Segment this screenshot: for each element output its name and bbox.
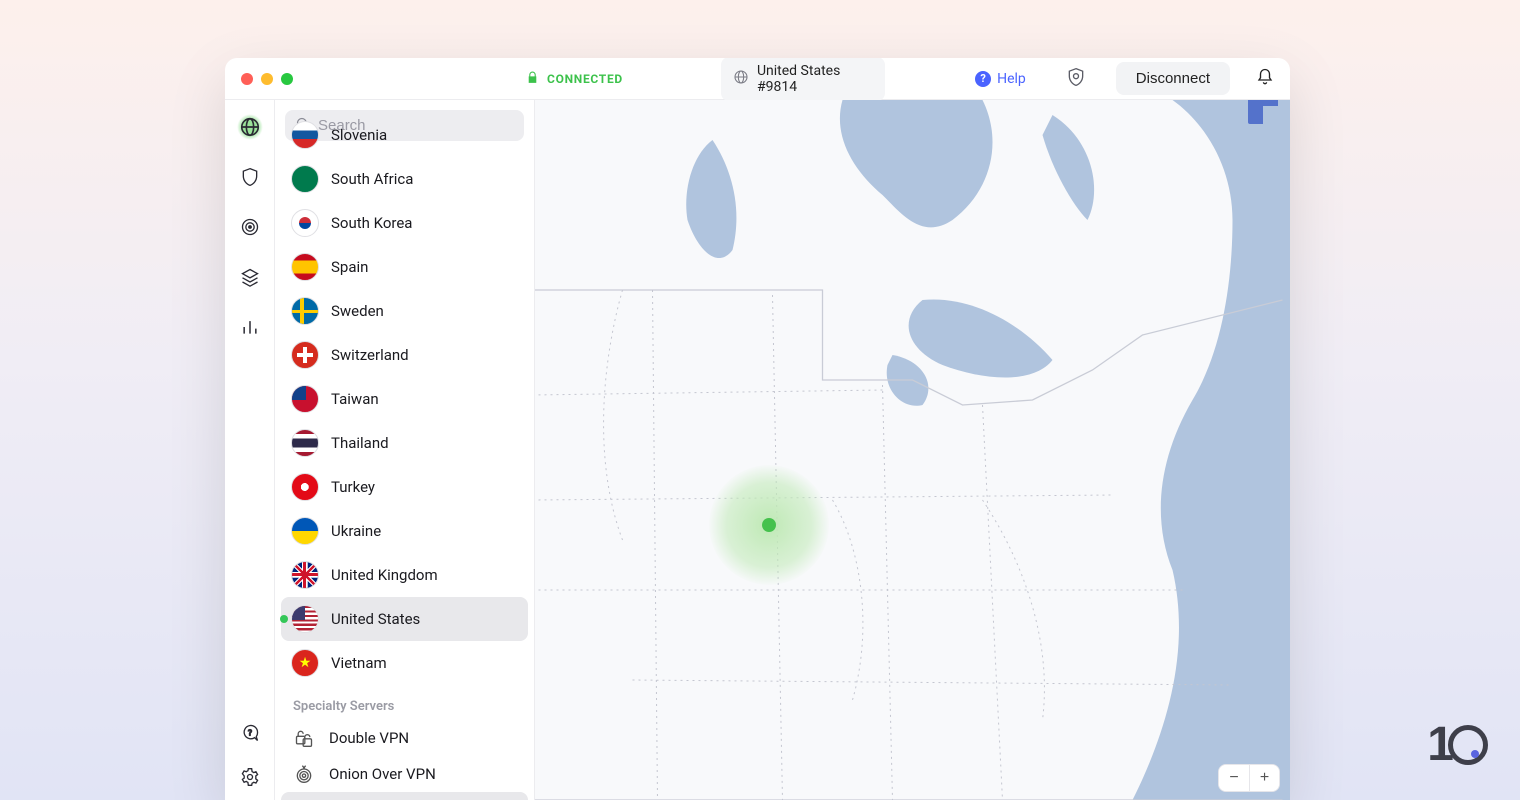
country-label: United States [331,610,420,628]
zoom-in-button[interactable]: + [1249,765,1279,791]
country-item-slovenia[interactable]: Slovenia [281,113,528,157]
country-label: Vietnam [331,654,387,672]
flag-icon [291,649,319,677]
country-item-switzerland[interactable]: Switzerland [281,333,528,377]
country-item-taiwan[interactable]: Taiwan [281,377,528,421]
flag-icon [291,341,319,369]
map-canvas[interactable]: − + [535,100,1290,800]
double-lock-icon [291,728,317,748]
notifications-icon[interactable] [1256,68,1274,90]
flag-icon [291,517,319,545]
country-label: United Kingdom [331,566,438,584]
titlebar: CONNECTED United States #9814 ? Help Dis… [225,58,1290,100]
country-label: Switzerland [331,346,409,364]
flag-icon [291,297,319,325]
country-label: Spain [331,258,368,276]
nav-rail: ? [225,100,275,800]
specialty-header: Specialty Servers [281,685,528,720]
flag-icon [291,165,319,193]
zoom-controls: − + [1218,764,1280,792]
flag-icon [291,121,319,149]
specialty-label: Double VPN [329,729,409,747]
nav-settings-icon[interactable] [237,764,263,790]
country-item-sweden[interactable]: Sweden [281,289,528,333]
country-item-ukraine[interactable]: Ukraine [281,509,528,553]
onion-icon [291,764,317,784]
nav-layers-icon[interactable] [237,264,263,290]
specialty-item-onion-over-vpn[interactable]: Onion Over VPN [281,756,528,792]
window-controls [241,73,293,85]
flag-icon [291,605,319,633]
specialty-label: Onion Over VPN [329,765,436,783]
country-item-south-korea[interactable]: South Korea [281,201,528,245]
country-item-turkey[interactable]: Turkey [281,465,528,509]
country-label: Slovenia [331,126,387,144]
nav-shield-icon[interactable] [237,164,263,190]
zoom-out-button[interactable]: − [1219,765,1249,791]
window-maximize-button[interactable] [281,73,293,85]
flag-icon [291,429,319,457]
country-label: Taiwan [331,390,379,408]
window-close-button[interactable] [241,73,253,85]
country-item-united-kingdom[interactable]: United Kingdom [281,553,528,597]
current-server-pill[interactable]: United States #9814 [721,58,885,101]
nav-globe-icon[interactable] [237,114,263,140]
country-item-spain[interactable]: Spain [281,245,528,289]
flag-icon [291,253,319,281]
country-item-thailand[interactable]: Thailand [281,421,528,465]
country-label: Thailand [331,434,389,452]
help-link[interactable]: ? Help [975,71,1026,87]
country-label: Ukraine [331,522,381,540]
disconnect-button[interactable]: Disconnect [1116,62,1230,95]
nav-target-icon[interactable] [237,214,263,240]
connected-dot-icon [280,615,288,623]
nav-support-icon[interactable]: ? [237,720,263,746]
flag-icon [291,473,319,501]
watermark-o-icon [1448,725,1488,765]
app-window: CONNECTED United States #9814 ? Help Dis… [225,58,1290,800]
country-list[interactable]: Slovenia South Africa South Korea Spain Swed… [275,113,534,800]
country-label: Sweden [331,302,384,320]
help-label: Help [997,71,1026,87]
nav-stats-icon[interactable] [237,314,263,340]
watermark-logo: 1 [1427,717,1488,772]
country-label: South Korea [331,214,412,232]
country-item-south-africa[interactable]: South Africa [281,157,528,201]
specialty-item-p2p[interactable]: P2P [281,792,528,800]
country-item-vietnam[interactable]: Vietnam [281,641,528,685]
country-item-united-states[interactable]: United States [281,597,528,641]
flag-icon [291,385,319,413]
flag-icon [291,561,319,589]
svg-text:?: ? [248,729,252,739]
country-sidebar: Slovenia South Africa South Korea Spain Swed… [275,100,535,800]
connection-status-text: CONNECTED [547,72,623,86]
globe-icon [733,69,749,89]
connection-status: CONNECTED [526,71,623,87]
threat-protection-icon[interactable] [1066,67,1086,91]
country-label: South Africa [331,170,413,188]
current-server-text: United States #9814 [757,63,863,95]
lock-icon [526,71,539,87]
help-icon: ? [975,71,991,87]
window-body: ? Slovenia South Africa South Korea Spain Sw… [225,100,1290,800]
window-minimize-button[interactable] [261,73,273,85]
country-label: Turkey [331,478,375,496]
specialty-item-double-vpn[interactable]: Double VPN [281,720,528,756]
flag-icon [291,209,319,237]
